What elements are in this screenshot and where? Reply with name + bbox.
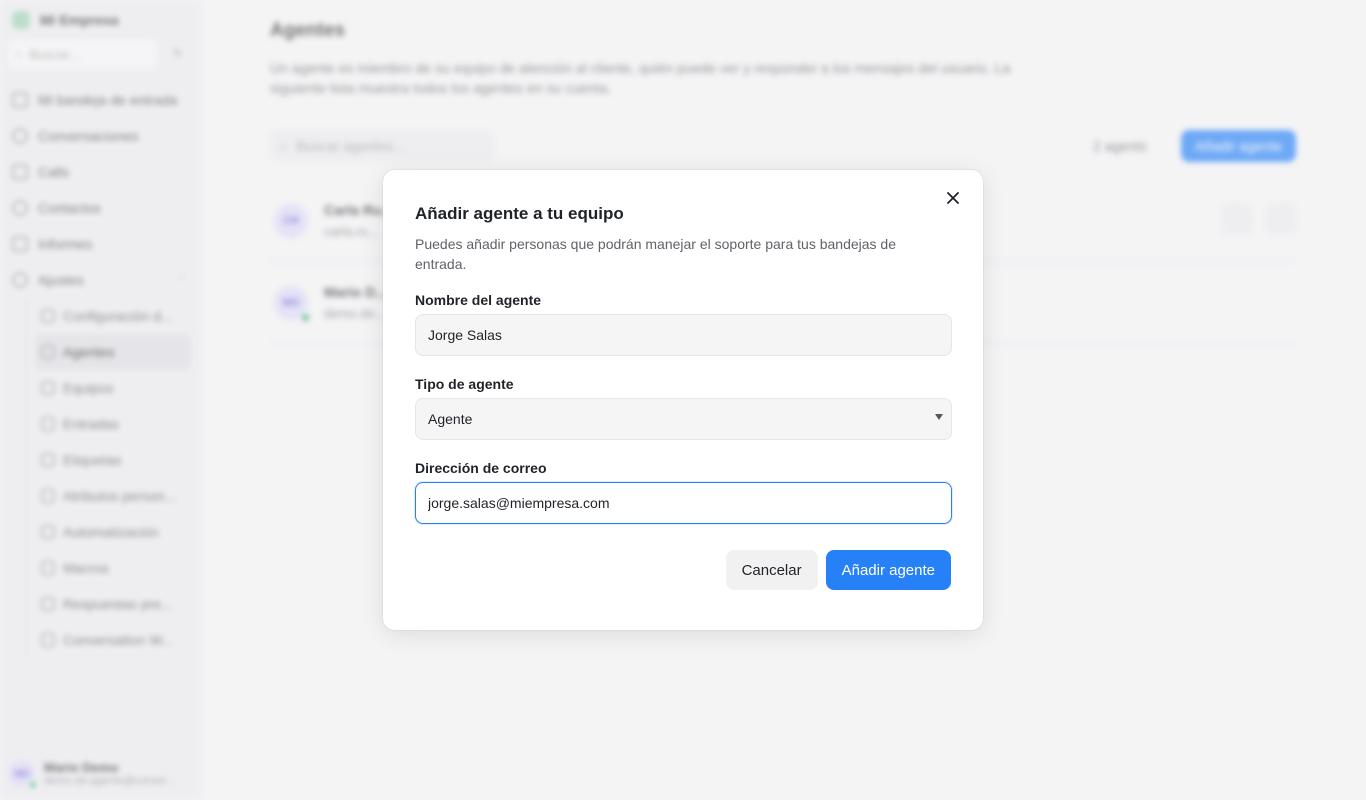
agent-name-input[interactable] bbox=[415, 314, 952, 356]
agent-type-label: Tipo de agente bbox=[415, 376, 514, 392]
email-label: Dirección de correo bbox=[415, 460, 547, 476]
close-button[interactable] bbox=[941, 186, 965, 210]
modal-title: Añadir agente a tu equipo bbox=[415, 204, 624, 223]
email-input[interactable] bbox=[415, 482, 952, 524]
agent-type-field-group: Tipo de agente Agente bbox=[415, 376, 952, 440]
close-icon bbox=[947, 192, 959, 204]
cancel-button[interactable]: Cancelar bbox=[725, 550, 818, 590]
agent-type-select[interactable]: Agente bbox=[415, 398, 952, 440]
agent-name-label: Nombre del agente bbox=[415, 292, 542, 308]
agent-type-selected-value: Agente bbox=[428, 411, 473, 427]
caret-down-icon bbox=[935, 414, 943, 420]
email-field-group: Dirección de correo bbox=[415, 460, 952, 524]
add-agent-modal: Añadir agente a tu equipo Puedes añadir … bbox=[383, 170, 983, 630]
agent-name-field-group: Nombre del agente bbox=[415, 292, 952, 356]
modal-description: Puedes añadir personas que podrán maneja… bbox=[415, 236, 896, 272]
modal-actions: Cancelar Añadir agente bbox=[725, 550, 951, 590]
add-agent-submit-button[interactable]: Añadir agente bbox=[825, 550, 951, 590]
